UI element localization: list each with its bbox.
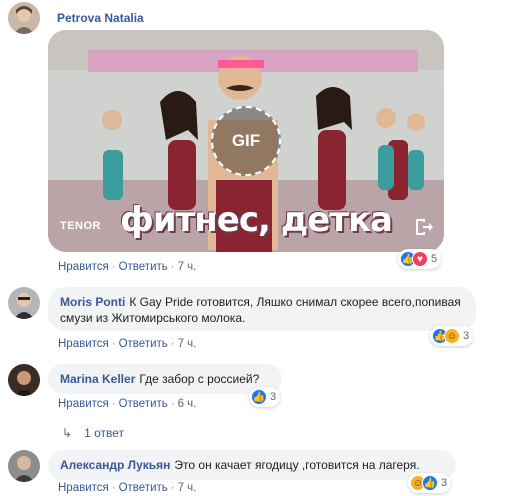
avatar-petrova[interactable] bbox=[8, 2, 40, 34]
haha-icon: ☺ bbox=[444, 328, 460, 344]
comment-author[interactable]: Александр Лукьян bbox=[60, 458, 170, 472]
love-icon: ♥ bbox=[412, 251, 428, 267]
comment-bubble: Moris Ponti К Gay Pride готовится, Ляшко … bbox=[48, 287, 476, 331]
gif-caption: фитнес, детка bbox=[120, 200, 393, 240]
reaction-count: 5 bbox=[431, 253, 438, 265]
post-actions: Нравится · Ответить · 7 ч. bbox=[58, 261, 197, 273]
like-icon: 👍 bbox=[422, 475, 438, 491]
reaction-count: 3 bbox=[270, 391, 277, 403]
avatar-alexandr[interactable] bbox=[8, 450, 40, 482]
reaction-summary[interactable]: 👍 3 bbox=[249, 387, 281, 407]
share-icon[interactable] bbox=[412, 216, 434, 238]
tenor-label: TENOR bbox=[60, 220, 101, 232]
reaction-summary[interactable]: 👍 ☺ 3 bbox=[430, 326, 474, 346]
comment-actions: Нравится · Ответить · 7 ч. bbox=[58, 338, 197, 350]
comment-actions: Нравится · Ответить · 6 ч. bbox=[58, 398, 197, 410]
like-link[interactable]: Нравится bbox=[58, 398, 109, 410]
replies-count[interactable]: 1 ответ bbox=[84, 426, 124, 440]
timestamp[interactable]: 7 ч. bbox=[178, 338, 197, 350]
gif-badge[interactable]: GIF bbox=[211, 106, 281, 176]
reply-link[interactable]: Ответить bbox=[119, 338, 168, 350]
reaction-count: 3 bbox=[441, 477, 448, 489]
comment-actions: Нравится · Ответить · 7 ч. bbox=[58, 482, 197, 494]
reaction-summary[interactable]: ☺ 👍 3 bbox=[408, 473, 452, 493]
gif-attachment[interactable]: GIF TENOR фитнес, детка bbox=[48, 30, 444, 252]
comment-bubble: Александр Лукьян Это он качает ягодицу ,г… bbox=[48, 450, 456, 480]
avatar-moris[interactable] bbox=[8, 287, 40, 319]
like-link[interactable]: Нравится bbox=[58, 482, 109, 494]
view-replies-link[interactable]: ↳ 1 ответ bbox=[62, 426, 124, 440]
like-link[interactable]: Нравится bbox=[58, 261, 109, 273]
reply-link[interactable]: Ответить bbox=[119, 482, 168, 494]
comment-author-petrova[interactable]: Petrova Natalia bbox=[57, 11, 144, 25]
comment-author[interactable]: Marina Keller bbox=[60, 372, 135, 386]
comment-text: Где забор с россией? bbox=[139, 372, 260, 386]
reply-link[interactable]: Ответить bbox=[119, 398, 168, 410]
comment-author[interactable]: Moris Ponti bbox=[60, 295, 125, 309]
timestamp[interactable]: 7 ч. bbox=[178, 482, 197, 494]
comment-bubble: Marina Keller Где забор с россией? bbox=[48, 364, 282, 394]
comment-text: Это он качает ягодицу ,готовится на лаге… bbox=[174, 458, 420, 472]
like-icon: 👍 bbox=[251, 389, 267, 405]
reaction-count: 3 bbox=[463, 330, 470, 342]
reply-arrow-icon: ↳ bbox=[62, 426, 73, 440]
timestamp[interactable]: 7 ч. bbox=[178, 261, 197, 273]
avatar-marina[interactable] bbox=[8, 364, 40, 396]
reply-link[interactable]: Ответить bbox=[119, 261, 168, 273]
timestamp[interactable]: 6 ч. bbox=[178, 398, 197, 410]
like-link[interactable]: Нравится bbox=[58, 338, 109, 350]
reaction-summary[interactable]: 👍 ♥ 5 bbox=[398, 249, 442, 269]
